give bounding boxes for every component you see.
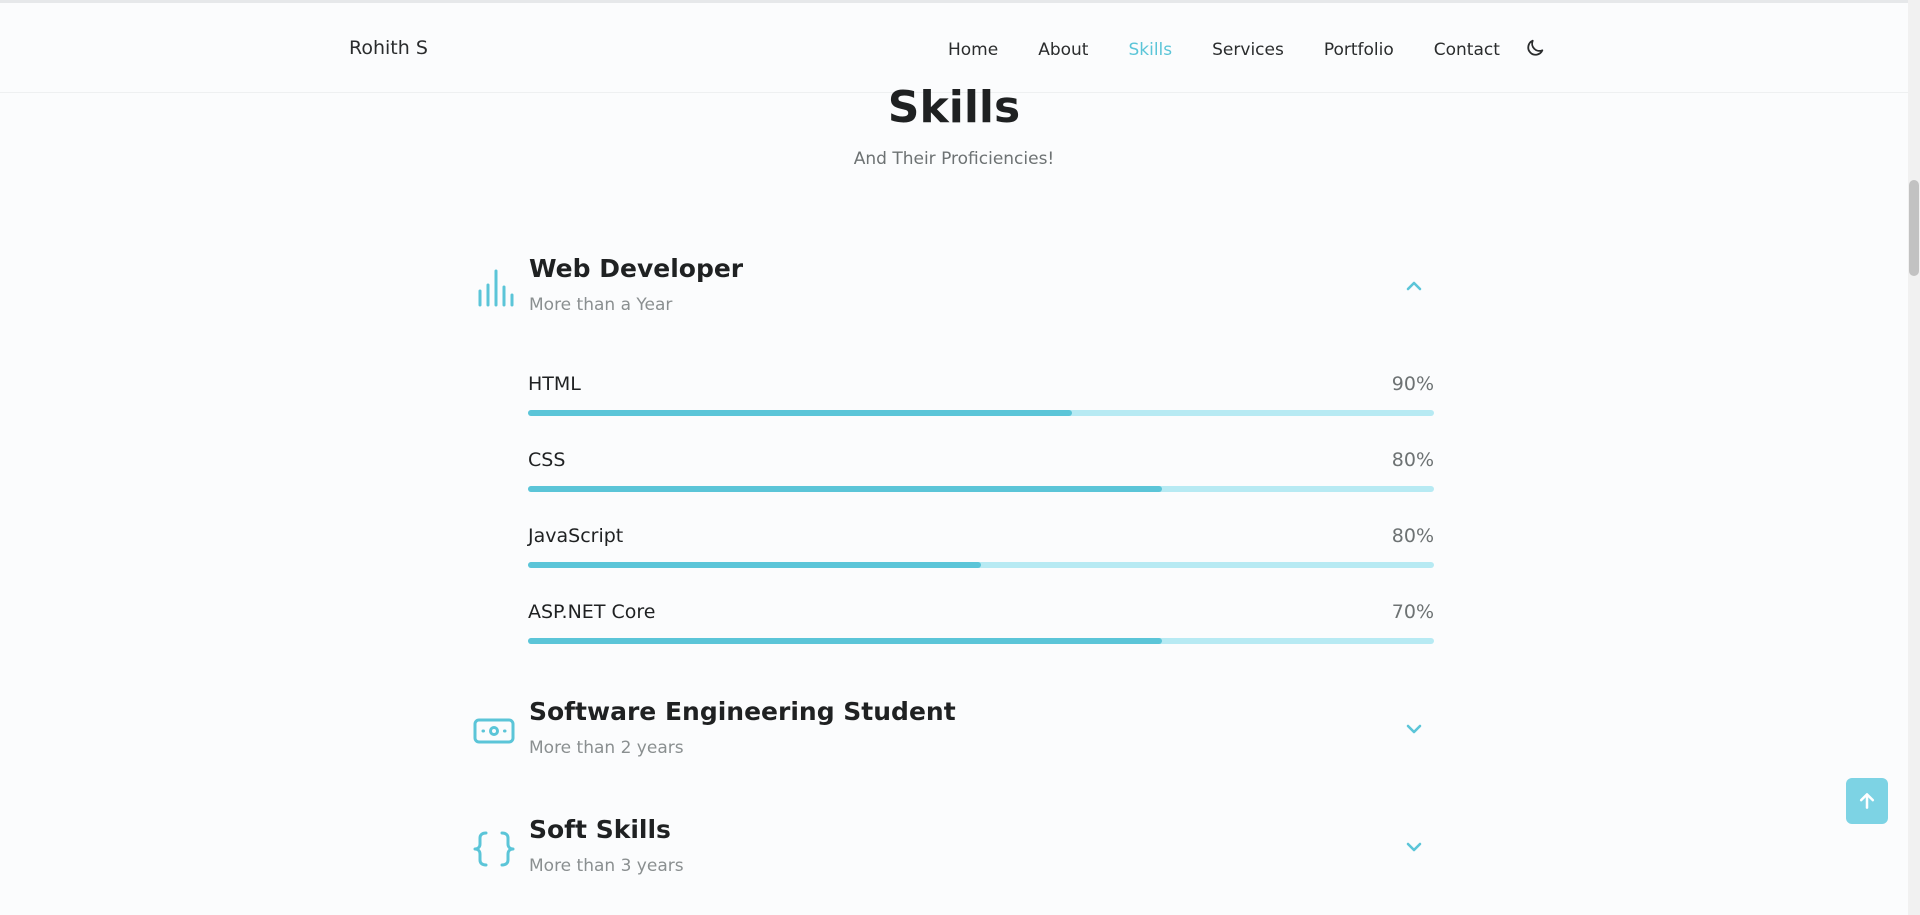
group-title: Web Developer: [529, 254, 744, 283]
chevron-down-icon[interactable]: [1402, 835, 1426, 859]
skill-group-software-engineering-student[interactable]: Software Engineering Student More than 2…: [472, 693, 1434, 773]
moon-icon: [1527, 39, 1544, 56]
chevron-down-icon[interactable]: [1402, 717, 1426, 741]
skill-item-javascript: JavaScript 80%: [528, 525, 1434, 571]
skill-percent: 80%: [1391, 449, 1434, 471]
skill-bar-track: [528, 486, 1434, 492]
group-subtitle: More than a Year: [529, 295, 673, 315]
skill-bar-fill: [528, 562, 981, 568]
group-title: Soft Skills: [529, 815, 671, 844]
section-subtitle: And Their Proficiencies!: [853, 149, 1055, 169]
skill-bar-fill: [528, 638, 1163, 644]
skill-percent: 70%: [1391, 601, 1434, 623]
skill-bar-track: [528, 638, 1434, 644]
group-title: Software Engineering Student: [529, 697, 956, 726]
nav-portfolio[interactable]: Portfolio: [1324, 40, 1394, 60]
site-logo[interactable]: Rohith S: [349, 37, 428, 59]
group-subtitle: More than 2 years: [529, 738, 684, 758]
skill-percent: 90%: [1391, 373, 1434, 395]
skill-bar-track: [528, 410, 1434, 416]
skill-item-html: HTML 90%: [528, 373, 1434, 419]
nav-services[interactable]: Services: [1212, 40, 1284, 60]
nav-contact[interactable]: Contact: [1434, 40, 1500, 60]
nav-home[interactable]: Home: [948, 40, 998, 60]
skill-item-css: CSS 80%: [528, 449, 1434, 495]
bar-chart-icon: [478, 269, 514, 307]
skill-percent: 80%: [1391, 525, 1434, 547]
arrow-up-icon: [1859, 793, 1875, 809]
chevron-up-icon[interactable]: [1402, 274, 1426, 298]
skill-bar-track: [528, 562, 1434, 568]
skill-group-soft-skills[interactable]: Soft Skills More than 3 years: [472, 811, 1434, 891]
skill-bar-fill: [528, 410, 1072, 416]
nav-about[interactable]: About: [1038, 40, 1088, 60]
skill-item-aspnet-core: ASP.NET Core 70%: [528, 601, 1434, 647]
page-scrollbar[interactable]: [1908, 0, 1920, 915]
nav-skills[interactable]: Skills: [1128, 40, 1172, 60]
skill-name: CSS: [528, 449, 566, 471]
scrollbar-thumb[interactable]: [1909, 180, 1919, 276]
skill-name: ASP.NET Core: [528, 601, 656, 623]
skill-bar-fill: [528, 486, 1163, 492]
theme-toggle-button[interactable]: [1522, 35, 1548, 61]
skill-group-web-developer[interactable]: Web Developer More than a Year: [472, 250, 1434, 330]
main-nav: Home About Skills Services Portfolio Con…: [948, 39, 1548, 61]
section-title: Skills: [887, 82, 1021, 133]
scroll-to-top-button[interactable]: [1846, 778, 1888, 824]
skill-name: HTML: [528, 373, 581, 395]
group-subtitle: More than 3 years: [529, 856, 684, 876]
skill-name: JavaScript: [528, 525, 624, 547]
money-icon: [473, 718, 515, 744]
site-header: Rohith S Home About Skills Services Port…: [0, 3, 1908, 93]
braces-icon: [473, 831, 515, 867]
